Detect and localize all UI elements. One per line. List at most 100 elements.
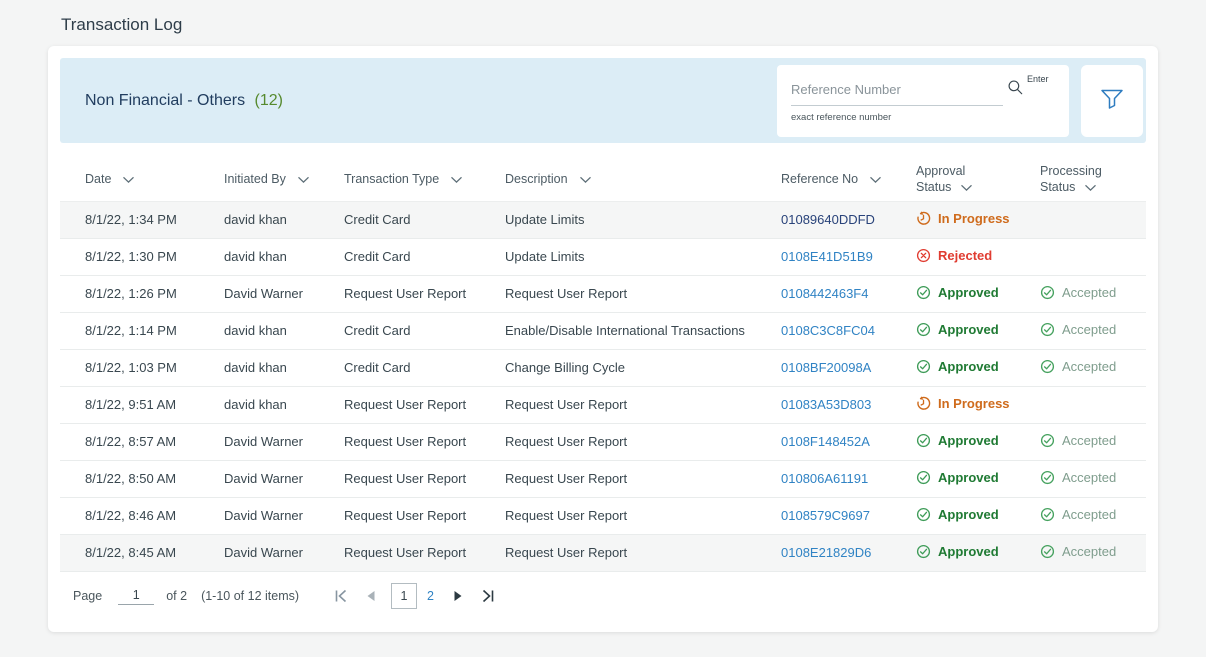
transaction-type-cell: Credit Card [319,349,480,386]
approval-status-cell: Approved [891,460,1015,497]
initiated-by-cell: David Warner [199,534,319,571]
date-cell: 8/1/22, 1:03 PM [60,349,199,386]
reference-link[interactable]: 0108E21829D6 [781,545,871,560]
accepted-status: Accepted [1040,285,1116,300]
circle-check-icon [916,285,931,300]
sort-chevron-down-icon[interactable] [1084,184,1097,192]
circle-check-icon [916,433,931,448]
reference-link[interactable]: 0108F148452A [781,434,870,449]
reference-link[interactable]: 01083A53D803 [781,397,871,412]
column-header-approval: ApprovalStatus [891,157,1015,201]
section-title: Non Financial - Others [85,92,245,109]
header-label: Status [1040,179,1075,195]
date-cell: 8/1/22, 8:57 AM [60,423,199,460]
circle-check-icon [1040,433,1055,448]
circle-check-icon [1040,544,1055,559]
accepted-status: Accepted [1040,359,1116,374]
reference-link[interactable]: 0108BF20098A [781,360,871,375]
description-cell: Enable/Disable International Transaction… [480,312,756,349]
column-header-description: Description [480,157,756,201]
date-cell: 8/1/22, 9:51 AM [60,386,199,423]
sort-chevron-down-icon[interactable] [869,176,882,184]
page-number-input[interactable] [118,586,154,605]
processing-status-cell [1015,201,1146,238]
page-2-link[interactable]: 2 [427,589,434,603]
description-cell: Request User Report [480,423,756,460]
description-cell: Update Limits [480,238,756,275]
previous-page-icon [366,590,376,602]
reference-no-cell: 010806A61191 [756,460,891,497]
reference-link[interactable]: 0108579C9697 [781,508,870,523]
previous-page-button[interactable] [366,590,376,602]
sort-chevron-down-icon[interactable] [960,184,973,192]
column-header-reference-no: Reference No [756,157,891,201]
first-page-button[interactable] [334,589,348,603]
circle-check-icon [1040,322,1055,337]
reference-no-cell: 0108BF20098A [756,349,891,386]
processing-status-cell [1015,238,1146,275]
search-hint: exact reference number [791,112,1055,123]
processing-status-cell: Accepted [1015,349,1146,386]
reference-link[interactable]: 01089640DDFD [781,212,875,227]
rejected-status: Rejected [916,248,992,263]
transaction-type-cell: Credit Card [319,238,480,275]
sort-chevron-down-icon[interactable] [122,176,135,184]
column-header-date: Date [60,157,199,201]
transaction-table: Date Initiated By Transaction Type Descript… [60,157,1146,572]
items-range-label: (1-10 of 12 items) [201,589,299,603]
processing-status-cell: Accepted [1015,497,1146,534]
approval-status-cell: Approved [891,497,1015,534]
header-label: Initiated By [224,172,286,186]
circle-check-icon [1040,470,1055,485]
description-cell: Request User Report [480,534,756,571]
date-cell: 8/1/22, 8:45 AM [60,534,199,571]
funnel-icon [1099,88,1125,114]
page-title: Transaction Log [0,0,1206,46]
header-label: Date [85,172,111,186]
circle-check-icon [916,359,931,374]
approved-status: Approved [916,359,999,374]
section-title-wrap: Non Financial - Others (12) [85,92,283,110]
filter-button[interactable] [1081,65,1143,137]
reference-link[interactable]: 0108C3C8FC04 [781,323,875,338]
reference-no-cell: 0108C3C8FC04 [756,312,891,349]
circle-check-icon [916,322,931,337]
search-icon[interactable] [1007,79,1024,101]
initiated-by-cell: David Warner [199,497,319,534]
reference-number-input[interactable] [791,76,1003,106]
reference-link[interactable]: 010806A61191 [781,471,868,486]
transaction-type-cell: Request User Report [319,275,480,312]
column-header-processing: ProcessingStatus [1015,157,1146,201]
approval-status-cell: Rejected [891,238,1015,275]
last-page-icon [481,589,495,603]
table-header-row: Date Initiated By Transaction Type Descript… [60,157,1146,201]
table-row: 8/1/22, 8:57 AMDavid WarnerRequest User … [60,423,1146,460]
reference-link[interactable]: 0108442463F4 [781,286,868,301]
table-row: 8/1/22, 1:34 PMdavid khanCredit CardUpda… [60,201,1146,238]
reference-link[interactable]: 0108E41D51B9 [781,249,873,264]
header-label: Transaction Type [344,172,439,186]
sort-chevron-down-icon[interactable] [297,176,310,184]
circle-cross-icon [916,248,931,263]
reference-no-cell: 01089640DDFD [756,201,891,238]
accepted-status: Accepted [1040,507,1116,522]
processing-status-cell: Accepted [1015,460,1146,497]
column-header-transaction-type: Transaction Type [319,157,480,201]
table-row: 8/1/22, 1:26 PMDavid WarnerRequest User … [60,275,1146,312]
reference-no-cell: 0108E21829D6 [756,534,891,571]
next-page-button[interactable] [453,590,463,602]
sort-chevron-down-icon[interactable] [450,176,463,184]
table-row: 8/1/22, 8:45 AMDavid Warner Request User … [60,534,1146,571]
description-cell: Change Billing Cycle [480,349,756,386]
transaction-type-cell: Request User Report [319,497,480,534]
transaction-log-card: Non Financial - Others (12) Enter [48,46,1158,632]
sort-chevron-down-icon[interactable] [579,176,592,184]
table-row: 8/1/22, 9:51 AMdavid khanRequest User Re… [60,386,1146,423]
approval-status-cell: Approved [891,423,1015,460]
last-page-button[interactable] [481,589,495,603]
approved-status: Approved [916,470,999,485]
first-page-icon [334,589,348,603]
reference-no-cell: 0108F148452A [756,423,891,460]
current-page-box[interactable]: 1 [391,583,417,609]
history-icon [916,396,931,411]
